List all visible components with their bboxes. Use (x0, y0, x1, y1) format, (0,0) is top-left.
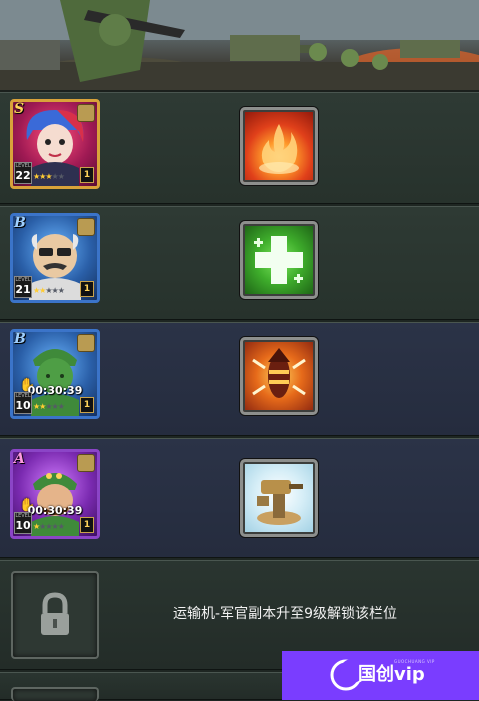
star-rating: ★★★★★ (33, 172, 65, 182)
level-box: LEVEL 10 (14, 392, 32, 414)
officer-card[interactable]: A ✋ 00:30:39 LEVEL 10 ★★★★★ 1 (10, 449, 100, 539)
officer-card[interactable]: B ✋ 00:30:39 LEVEL 10 ★★★★★ 1 (10, 329, 100, 419)
star-rating: ★★★★★ (33, 286, 65, 296)
level-box: LEVEL 10 (14, 512, 32, 534)
star-icon: ★ (57, 286, 65, 295)
unlock-requirement-text: 运输机-军官副本升至9级解锁该栏位 (173, 606, 397, 622)
grade-badge: 1 (80, 397, 94, 413)
star-rating: ★★★★★ (33, 522, 65, 532)
officer-slot-row-2[interactable]: B LEVEL 21 ★★★★★ 1 (0, 206, 479, 320)
grade-badge: 1 (80, 281, 94, 297)
missile-strike-icon (252, 348, 306, 398)
swap-icon[interactable] (77, 454, 95, 472)
rank-letter: B (14, 215, 26, 231)
heal-cross-icon (254, 236, 303, 284)
watermark-logo: 国创vip GUOCHUANG VIP (282, 651, 479, 700)
grade-badge: 1 (80, 517, 94, 533)
skill-button-turret[interactable] (240, 459, 318, 537)
officer-slot-row-1[interactable]: S LEVEL 22 ★★★★★ 1 (0, 92, 479, 204)
level-box: LEVEL 21 (14, 276, 32, 298)
level-number: 10 (15, 519, 31, 532)
locked-officer-slot (11, 687, 99, 701)
watermark-subtext: GUOCHUANG VIP (394, 659, 435, 664)
star-rating: ★★★★★ (33, 402, 65, 412)
level-number: 10 (15, 399, 31, 412)
skill-button-fire[interactable] (240, 107, 318, 185)
fire-blast-icon (259, 124, 299, 174)
level-number: 22 (15, 169, 31, 182)
star-icon: ★ (57, 172, 65, 181)
turret-tower-icon (257, 480, 303, 525)
swap-icon[interactable] (77, 218, 95, 236)
level-number: 21 (15, 283, 31, 296)
rank-letter: B (14, 331, 26, 347)
star-icon: ★ (57, 402, 65, 411)
officer-card[interactable]: S LEVEL 22 ★★★★★ 1 (10, 99, 100, 189)
star-icon: ★ (57, 522, 65, 531)
officer-slot-row-4[interactable]: A ✋ 00:30:39 LEVEL 10 ★★★★★ 1 (0, 438, 479, 558)
officer-card[interactable]: B LEVEL 21 ★★★★★ 1 (10, 213, 100, 303)
level-box: LEVEL 22 (14, 162, 32, 184)
rank-letter: A (14, 451, 25, 467)
skill-button-heal[interactable] (240, 221, 318, 299)
rank-letter: S (14, 101, 25, 117)
padlock-icon (41, 592, 69, 635)
skill-button-missile[interactable] (240, 337, 318, 415)
battle-scene-illustration (0, 0, 479, 90)
swap-icon[interactable] (77, 334, 95, 352)
battle-banner (0, 0, 479, 92)
locked-officer-slot (11, 571, 99, 659)
grade-badge: 1 (80, 167, 94, 183)
swap-icon[interactable] (77, 104, 95, 122)
officer-slot-row-3[interactable]: B ✋ 00:30:39 LEVEL 10 ★★★★★ 1 (0, 322, 479, 436)
